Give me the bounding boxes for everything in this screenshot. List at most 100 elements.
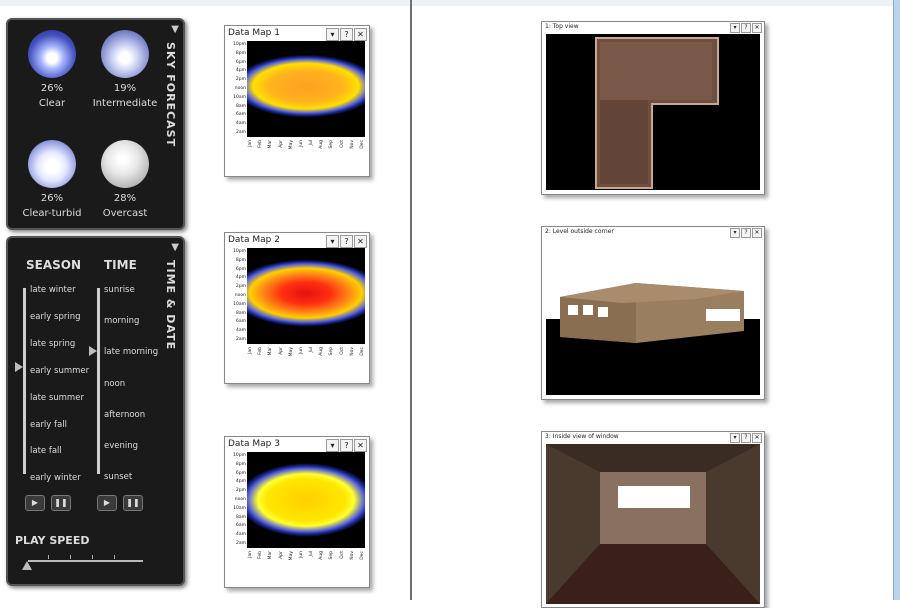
hour-tick-label: 10pm	[233, 453, 246, 458]
month-tick-label: Oct	[339, 551, 345, 559]
hour-tick-label: 10am	[233, 301, 246, 307]
intermediate-sky-icon[interactable]	[101, 30, 149, 78]
help-icon[interactable]: ?	[741, 23, 751, 33]
month-tick-label: Mar	[268, 347, 274, 356]
month-tick-label: Jan	[248, 140, 253, 147]
dropdown-icon[interactable]: ▾	[326, 439, 339, 452]
month-tick-label: Sep	[329, 347, 335, 356]
month-tick-label: Feb	[258, 347, 264, 355]
month-tick-label: Jun	[298, 551, 304, 559]
help-icon[interactable]: ?	[741, 433, 751, 443]
hour-tick-label: 4am	[235, 121, 246, 127]
month-tick-label: Feb	[258, 551, 264, 559]
clear-turbid-sky-icon[interactable]	[28, 140, 76, 188]
season-pause-button[interactable]: ❚❚	[51, 495, 71, 511]
season-option[interactable]: early summer	[30, 366, 89, 376]
month-tick-label: May	[288, 347, 294, 357]
dropdown-icon[interactable]: ▾	[730, 433, 740, 443]
hour-tick-label: 2pm	[235, 488, 246, 494]
play-speed-track[interactable]	[28, 560, 143, 562]
time-pause-button[interactable]: ❚❚	[123, 495, 143, 511]
close-icon[interactable]: ✕	[752, 228, 762, 238]
view-window-outside: 2: Level outside corner ▾? ✕	[541, 226, 765, 400]
time-option[interactable]: noon	[104, 379, 125, 389]
month-tick-label: Oct	[339, 140, 345, 148]
data-map-title: Data Map 3	[228, 439, 280, 449]
close-icon[interactable]: ✕	[354, 28, 367, 41]
time-option[interactable]: sunrise	[104, 285, 135, 295]
hour-tick-label: 4am	[235, 328, 246, 334]
sky-clear-pct: 26%	[40, 83, 64, 94]
clear-sky-icon[interactable]	[28, 30, 76, 78]
season-option[interactable]: early fall	[30, 420, 67, 430]
season-option[interactable]: late summer	[30, 393, 84, 403]
season-option[interactable]: late fall	[30, 446, 62, 456]
hour-tick-label: 8am	[235, 103, 246, 109]
time-option[interactable]: evening	[104, 441, 138, 451]
help-icon[interactable]: ?	[741, 228, 751, 238]
season-slider-thumb[interactable]	[15, 362, 23, 372]
hour-tick-label: 10am	[233, 94, 246, 100]
view-title: 2: Level outside corner	[545, 228, 614, 235]
month-tick-label: Dec	[360, 347, 365, 356]
view-window-top: 1: Top view ▾? ✕	[541, 21, 765, 195]
inside-window-scene	[546, 444, 760, 604]
season-play-button[interactable]: ▶	[25, 495, 45, 511]
overcast-sky-icon[interactable]	[101, 140, 149, 188]
heat-map	[247, 248, 365, 344]
pane-divider[interactable]	[410, 0, 412, 600]
season-option[interactable]: late winter	[30, 285, 76, 295]
month-tick-label: Sep	[329, 140, 335, 149]
hour-tick-label: 6am	[235, 319, 246, 325]
season-slider-track[interactable]	[23, 288, 26, 474]
season-option[interactable]: early spring	[30, 312, 81, 322]
help-icon[interactable]: ?	[340, 235, 353, 248]
month-tick-label: Jan	[248, 551, 253, 558]
time-option[interactable]: afternoon	[104, 410, 145, 420]
speed-tick	[92, 555, 93, 559]
collapse-time-icon[interactable]: ▼	[171, 242, 179, 253]
dropdown-icon[interactable]: ▾	[326, 235, 339, 248]
month-tick-label: Nov	[349, 140, 355, 149]
time-slider-thumb[interactable]	[89, 346, 97, 356]
time-play-button[interactable]: ▶	[97, 495, 117, 511]
help-icon[interactable]: ?	[340, 439, 353, 452]
close-icon[interactable]: ✕	[354, 235, 367, 248]
season-option[interactable]: late spring	[30, 339, 75, 349]
time-slider-track[interactable]	[97, 288, 100, 474]
play-speed-title: PLAY SPEED	[15, 534, 90, 547]
inside-view-render[interactable]	[546, 444, 760, 604]
dropdown-icon[interactable]: ▾	[730, 23, 740, 33]
close-icon[interactable]: ✕	[752, 23, 762, 33]
dropdown-icon[interactable]: ▾	[326, 28, 339, 41]
hour-tick-label: 2am	[235, 337, 246, 342]
help-icon[interactable]: ?	[340, 28, 353, 41]
collapse-sky-icon[interactable]: ▼	[171, 24, 179, 35]
speed-tick	[114, 555, 115, 559]
month-tick-label: Dec	[360, 551, 365, 560]
hour-tick-label: 10pm	[233, 42, 246, 47]
month-tick-label: Mar	[268, 140, 274, 149]
view-window-inside: 3: Inside view of window ▾? ✕	[541, 431, 765, 608]
window-right-border	[893, 0, 900, 600]
top-view-plan	[546, 34, 760, 190]
dropdown-icon[interactable]: ▾	[730, 228, 740, 238]
play-speed-thumb[interactable]	[22, 561, 32, 570]
hour-tick-label: 4pm	[235, 479, 246, 485]
hour-tick-label: 6pm	[235, 470, 246, 476]
heat-map	[247, 41, 365, 137]
top-view-render[interactable]	[546, 34, 760, 190]
time-option[interactable]: late morning	[104, 347, 158, 357]
season-option[interactable]: early winter	[30, 473, 81, 483]
month-tick-label: Apr	[278, 347, 284, 355]
close-icon[interactable]: ✕	[354, 439, 367, 452]
data-map-3: Data Map 3 ▾? ✕ 10pm 8pm 6pm 4pm 2pm noon 10am 8…	[224, 436, 370, 588]
outside-corner-scene	[546, 239, 760, 395]
close-icon[interactable]: ✕	[752, 433, 762, 443]
time-option[interactable]: morning	[104, 316, 139, 326]
hour-tick-label: 8am	[235, 310, 246, 316]
outside-view-render[interactable]	[546, 239, 760, 395]
time-option[interactable]: sunset	[104, 472, 132, 482]
hour-tick-label: 2pm	[235, 284, 246, 290]
data-map-title: Data Map 2	[228, 235, 280, 245]
